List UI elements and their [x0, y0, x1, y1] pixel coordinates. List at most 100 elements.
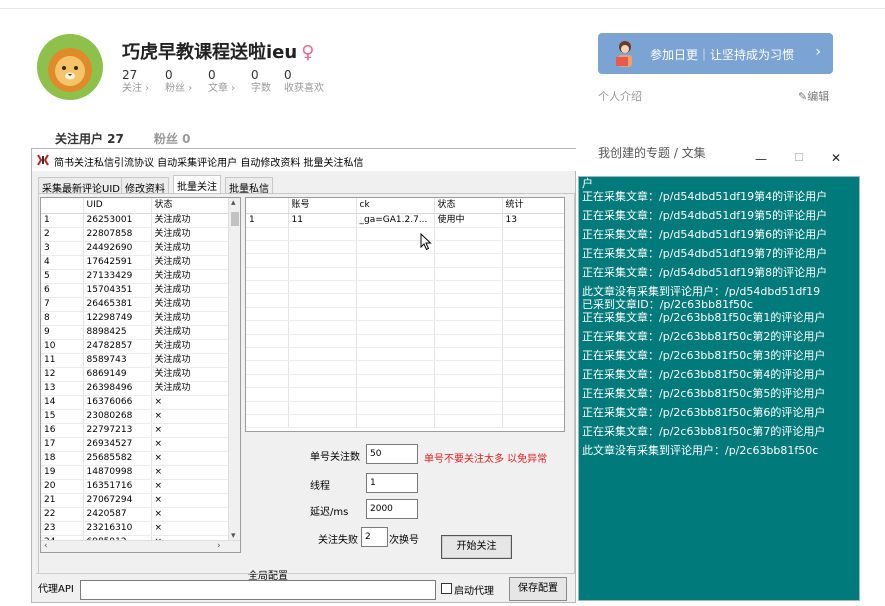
uid-row[interactable]: 6 15704351 关注成功	[41, 283, 230, 298]
warning-text: 单号不要关注太多 以免异常	[424, 454, 548, 465]
start-follow-button[interactable]: 开始关注	[441, 535, 512, 559]
uid-cell-index: 2	[41, 227, 84, 242]
fail-count-input[interactable]	[361, 527, 388, 547]
uid-row[interactable]: 4 17642591 关注成功	[41, 255, 230, 270]
log-line: 正在采集文章：/p/d54dbd51df19第5的评论用户	[582, 209, 828, 222]
account-row-empty	[246, 320, 564, 335]
uid-horizontal-scrollbar[interactable]: ‹ ›	[41, 540, 240, 552]
acc-cell-empty	[356, 374, 435, 389]
account-grid[interactable]: 账号 ck 状态 统计 1 11 _ga=GA1.2.7... 使用中 13	[245, 197, 565, 432]
uid-vertical-scrollbar[interactable]: ▴ ▾	[228, 198, 240, 541]
uid-cell-uid: 23080268	[83, 409, 152, 424]
log-panel[interactable]: 户正在采集文章：/p/d54dbd51df19第4的评论用户 正在采集文章：/p/…	[578, 176, 860, 601]
stat-label: 字数	[251, 83, 271, 94]
stat-fans[interactable]: 0 粉丝 ›	[165, 68, 192, 96]
uid-row[interactable]: 20 16351716 ×	[41, 479, 230, 494]
uid-cell-uid: 27067294	[83, 493, 152, 508]
uid-row[interactable]: 1 26253001 关注成功	[41, 213, 230, 228]
app-icon	[37, 154, 49, 166]
delay-input[interactable]	[366, 499, 418, 519]
uid-row[interactable]: 12 6869149 关注成功	[41, 367, 230, 382]
uid-cell-uid: 22797213	[83, 423, 152, 438]
account-row-empty	[246, 360, 564, 375]
acc-cell-account: 11	[288, 213, 357, 228]
acc-cell-empty	[356, 280, 435, 295]
batch-follow-panel: UID 状态 1 26253001 关注成功 2 22807858 关注成功 3 244926…	[38, 193, 575, 574]
acc-cell-empty	[356, 347, 435, 362]
uid-cell-index: 22	[41, 507, 84, 522]
uid-cell-uid: 16351716	[83, 479, 152, 494]
uid-row[interactable]: 18 25685582 ×	[41, 451, 230, 466]
account-row[interactable]: 1 11 _ga=GA1.2.7... 使用中 13	[246, 213, 564, 228]
account-row-empty	[246, 387, 564, 402]
acc-cell-empty	[356, 293, 435, 308]
uid-row[interactable]: 5 27133429 关注成功	[41, 269, 230, 284]
uid-row[interactable]: 21 27067294 ×	[41, 493, 230, 508]
uid-col-index	[41, 198, 84, 214]
stat-articles[interactable]: 0 文章 ›	[208, 68, 235, 96]
stat-label: 关注 ›	[122, 83, 150, 94]
acc-cell-empty	[288, 387, 357, 402]
close-button[interactable]: ✕	[831, 151, 841, 165]
proxy-api-input[interactable]	[80, 580, 436, 600]
uid-row[interactable]: 16 22797213 ×	[41, 423, 230, 438]
per-account-input[interactable]	[366, 444, 418, 464]
acc-cell-empty	[502, 280, 564, 295]
acc-cell-empty	[434, 267, 503, 282]
uid-row[interactable]: 7 26465381 关注成功	[41, 297, 230, 312]
acc-cell-empty	[434, 334, 503, 349]
uid-row[interactable]: 3 24492690 关注成功	[41, 241, 230, 256]
scroll-thumb[interactable]	[231, 212, 239, 226]
uid-row[interactable]: 11 8589743 关注成功	[41, 353, 230, 368]
page-top-divider	[0, 8, 885, 9]
uid-row[interactable]: 23 23216310 ×	[41, 521, 230, 536]
acc-cell-empty	[502, 240, 564, 255]
uid-row[interactable]: 15 23080268 ×	[41, 409, 230, 424]
uid-row[interactable]: 19 14870998 ×	[41, 465, 230, 480]
maximize-button[interactable]: ☐	[794, 151, 804, 164]
edit-link[interactable]: ✎编辑	[798, 88, 829, 104]
stat-label: 收获喜欢	[284, 83, 324, 94]
acc-cell-empty	[288, 401, 357, 415]
uid-row[interactable]: 14 16376066 ×	[41, 395, 230, 410]
avatar[interactable]	[37, 34, 103, 100]
tab-edit-profile[interactable]: 修改资料	[121, 177, 169, 195]
threads-input[interactable]	[366, 473, 418, 493]
uid-row[interactable]: 17 26934527 ×	[41, 437, 230, 452]
uid-row[interactable]: 22 2420587 ×	[41, 507, 230, 522]
uid-row[interactable]: 9 8898425 关注成功	[41, 325, 230, 340]
enable-proxy-label: 启动代理	[454, 586, 494, 597]
log-line: 已采到文章ID：/p/2c63bb81f50c	[582, 298, 754, 311]
uid-cell-status: ×	[151, 493, 230, 508]
uid-row[interactable]: 13 26398496 关注成功	[41, 381, 230, 396]
acc-cell-empty	[288, 334, 357, 349]
scroll-up-icon[interactable]: ▴	[231, 198, 236, 208]
tab-following-users[interactable]: 关注用户 27	[55, 132, 124, 146]
uid-cell-index: 14	[41, 395, 84, 410]
uid-row[interactable]: 8 12298749 关注成功	[41, 311, 230, 326]
scroll-right-icon[interactable]: ›	[217, 541, 221, 551]
uid-row[interactable]: 10 24782857 关注成功	[41, 339, 230, 354]
save-config-button[interactable]: 保存配置	[509, 577, 567, 601]
stat-following[interactable]: 27 关注 ›	[122, 68, 149, 96]
uid-cell-uid: 26398496	[83, 381, 152, 396]
acc-cell-empty	[434, 387, 503, 402]
tab-batch-message[interactable]: 批量私信	[225, 177, 273, 195]
acc-cell-status: 使用中	[434, 213, 503, 228]
uid-cell-uid: 25685582	[83, 451, 152, 466]
uid-cell-index: 15	[41, 409, 84, 424]
daily-update-banner[interactable]: 参加日更｜让坚持成为习惯 ›	[598, 33, 833, 74]
tab-fans[interactable]: 粉丝 0	[154, 132, 191, 146]
edit-label: 编辑	[807, 90, 830, 103]
minimize-button[interactable]: —	[755, 152, 767, 166]
acc-cell-empty	[434, 227, 503, 241]
uid-cell-status: 关注成功	[151, 269, 230, 284]
enable-proxy-checkbox[interactable]	[441, 583, 452, 594]
uid-cell-index: 9	[41, 325, 84, 340]
tab-collect-uid[interactable]: 采集最新评论UID	[38, 177, 124, 195]
uid-row[interactable]: 2 22807858 关注成功	[41, 227, 230, 242]
uid-grid[interactable]: UID 状态 1 26253001 关注成功 2 22807858 关注成功 3 244926…	[40, 197, 241, 553]
scroll-left-icon[interactable]: ‹	[44, 541, 48, 551]
tab-batch-follow[interactable]: 批量关注	[173, 175, 221, 194]
per-account-label: 单号关注数	[310, 452, 360, 463]
